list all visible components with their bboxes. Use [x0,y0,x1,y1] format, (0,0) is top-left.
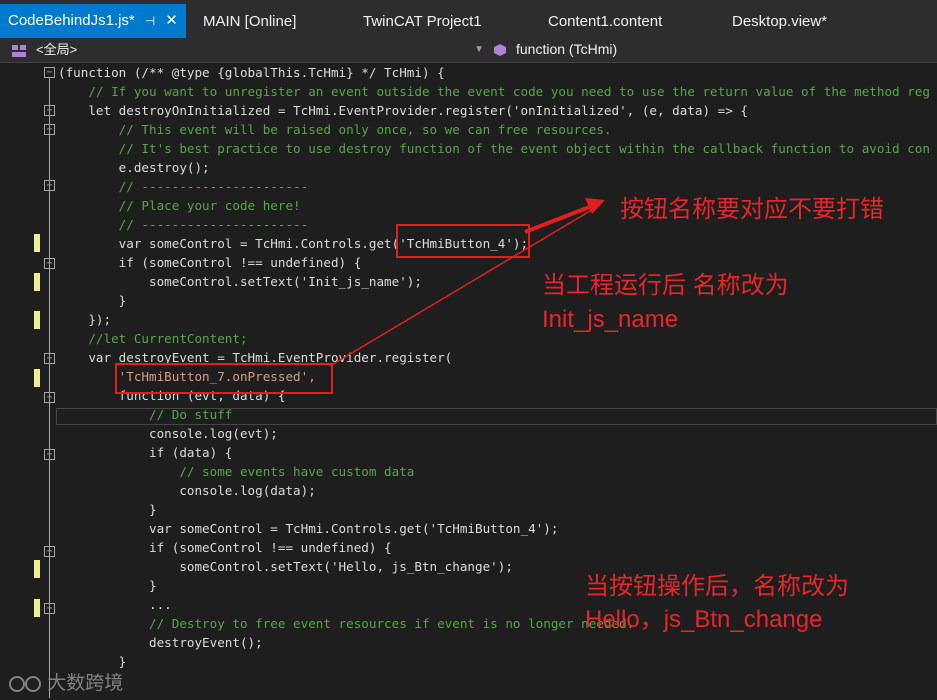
change-marker [34,369,40,387]
code-line: if (data) { [58,445,233,460]
tab-twincat-project1[interactable]: TwinCAT Project1 [363,6,482,38]
code-line: } [58,578,157,593]
logo-icon [9,675,41,692]
code-line: //let CurrentContent; [58,331,248,346]
chevron-down-icon[interactable]: ▼ [474,40,484,59]
tab-content1-content[interactable]: Content1.content [548,6,662,38]
code-line: // Do stuff [58,407,233,422]
code-line: destroyEvent(); [58,635,263,650]
tab-main-online[interactable]: MAIN [Online] [203,6,296,38]
highlight-box-button4 [396,224,530,258]
code-line: // Place your code here! [58,198,301,213]
member-label: function (TcHmi) [516,41,618,57]
code-line: e.destroy(); [58,160,210,175]
change-marker [34,273,40,291]
code-line: } [58,502,157,517]
code-line: if (someControl !== undefined) { [58,255,362,270]
annotation-run-line1: 当工程运行后 名称改为 [542,272,789,299]
code-line: // some events have custom data [58,464,415,479]
tab-codebehindjs1[interactable]: CodeBehindJs1.js* ⊣ ✕ [0,4,186,38]
change-marker [34,234,40,252]
scope-dropdown[interactable]: <全局> ▼ [12,40,488,59]
watermark-text: 大数跨境 [47,673,124,694]
pin-icon[interactable]: ⊣ [145,14,155,28]
fold-collapse-icon[interactable]: − [44,449,55,460]
annotation-button-name: 按钮名称要对应不要打错 [620,196,884,223]
fold-collapse-icon[interactable]: − [44,546,55,557]
code-line: if (someControl !== undefined) { [58,540,392,555]
code-line: var someControl = TcHmi.Controls.get('Tc… [58,521,559,536]
code-line: // ---------------------- [58,179,309,194]
annotation-press-line2: Hello，js_Btn_change [585,606,823,633]
code-line: // If you want to unregister an event ou… [58,84,930,99]
fold-collapse-icon[interactable]: − [44,353,55,364]
fold-expand-icon[interactable]: + [44,603,55,614]
change-marker [34,311,40,329]
code-line: let destroyOnInitialized = TcHmi.EventPr… [58,103,748,118]
code-line: } [58,293,127,308]
code-line: console.log(evt); [58,426,278,441]
change-marker [34,599,40,617]
code-line: // It's best practice to use destroy fun… [58,141,930,156]
collapsed-region[interactable]: ... [58,595,172,614]
fold-collapse-icon[interactable]: − [44,67,55,78]
highlight-box-button7 [115,363,333,394]
fold-collapse-icon[interactable]: − [44,105,55,116]
code-line: // Destroy to free event resources if ev… [58,616,635,631]
fold-collapse-icon[interactable]: − [44,124,55,135]
tab-label: CodeBehindJs1.js* [8,12,135,29]
fold-collapse-icon[interactable]: − [44,258,55,269]
code-line: someControl.setText('Hello, js_Btn_chang… [58,559,513,574]
close-icon[interactable]: ✕ [165,12,178,29]
code-line: (function (/** @type {globalThis.TcHmi} … [58,65,445,80]
member-dropdown[interactable]: function (TcHmi) [494,40,937,59]
project-icon [12,44,26,57]
fold-collapse-icon[interactable]: − [44,180,55,191]
scope-label: <全局> [36,42,78,57]
navigation-bar: <全局> ▼ function (TcHmi) [0,38,937,63]
change-marker [34,560,40,578]
annotation-press-line1: 当按钮操作后，名称改为 [585,573,849,600]
document-tab-bar: CodeBehindJs1.js* ⊣ ✕ MAIN [Online] TwinCA… [0,0,937,40]
watermark-logo: 大数跨境 [8,668,123,695]
code-line: console.log(data); [58,483,316,498]
code-line: someControl.setText('Init_js_name'); [58,274,422,289]
code-line: // ---------------------- [58,217,309,232]
code-line: // This event will be raised only once, … [58,122,612,137]
tab-desktop-view[interactable]: Desktop.view* [732,6,827,38]
code-line: }); [58,312,112,327]
fold-collapse-icon[interactable]: − [44,392,55,403]
function-icon [494,44,506,57]
annotation-run-line2: Init_js_name [542,306,679,333]
